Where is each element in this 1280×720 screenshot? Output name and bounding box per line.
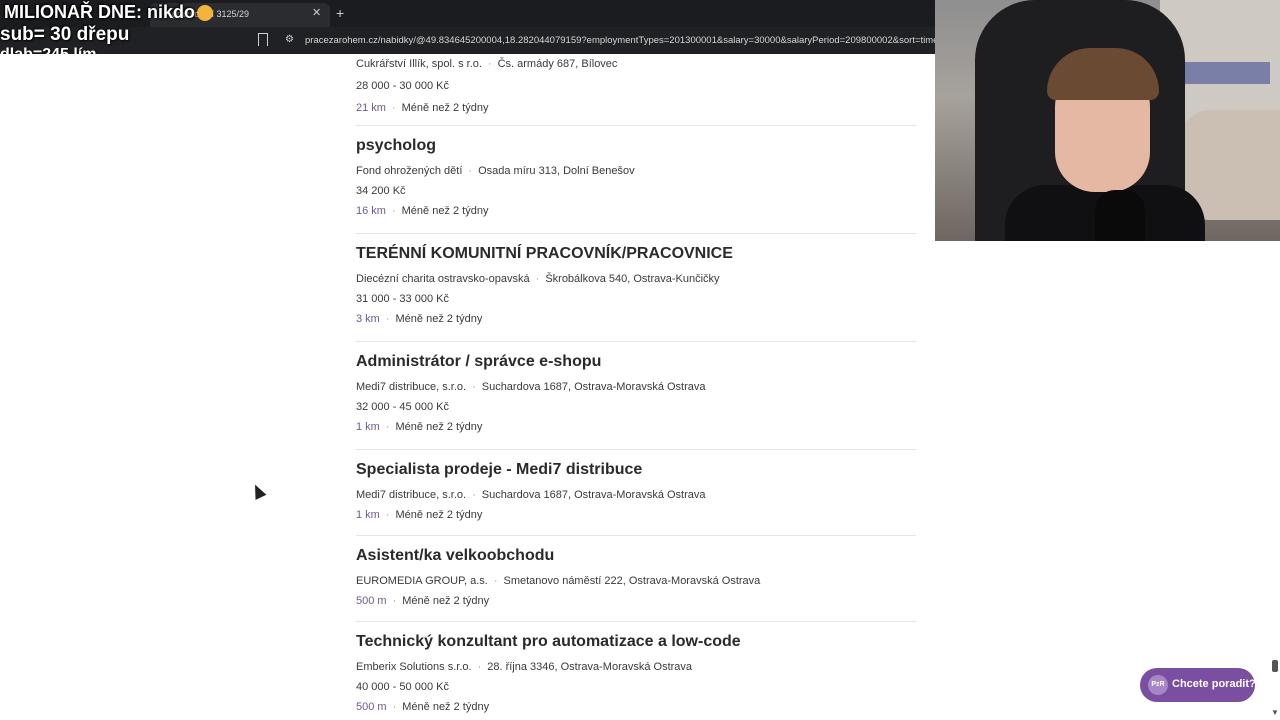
stream-overlay-title: MILIONAŘ DNE: nikdo bbox=[4, 2, 213, 23]
distance: 500 m bbox=[356, 701, 387, 713]
plus-icon[interactable]: + bbox=[336, 5, 344, 21]
listing-footer: 1 km · Méně než 2 týdny bbox=[356, 421, 483, 433]
distance: 500 m bbox=[356, 595, 387, 607]
salary: 40 000 - 50 000 Kč bbox=[356, 681, 449, 693]
distance: 1 km bbox=[356, 509, 380, 521]
salary: 31 000 - 33 000 Kč bbox=[356, 293, 449, 305]
posted-age: Méně než 2 týdny bbox=[395, 421, 483, 433]
listing-footer: 21 km · Méně než 2 týdny bbox=[356, 102, 489, 114]
job-title[interactable]: psycholog bbox=[356, 137, 916, 155]
company-name[interactable]: Medi7 distribuce, s.r.o. bbox=[356, 381, 466, 393]
listing-footer: 500 m · Méně než 2 týdny bbox=[356, 595, 490, 607]
address: Čs. armády 687, Bílovec bbox=[497, 58, 618, 70]
close-icon[interactable]: ✕ bbox=[312, 6, 321, 19]
listing-company-line: Fond ohrožených dětí · Osada míru 313, Dol… bbox=[356, 165, 635, 177]
job-listing[interactable]: psycholog Fond ohrožených dětí · Osada mír… bbox=[356, 137, 916, 217]
divider bbox=[356, 449, 916, 450]
posted-age: Méně než 2 týdny bbox=[401, 102, 489, 114]
listing-company-line: Emberix Solutions s.r.o. · 28. října 3346,… bbox=[356, 661, 693, 673]
scrollbar-thumb[interactable] bbox=[1272, 660, 1278, 672]
scroll-down-arrow-icon[interactable]: ▼ bbox=[1271, 708, 1279, 717]
listing-company-line: Diecézní charita ostravsko-opavská · Škrob… bbox=[356, 273, 720, 285]
listing-company-line: Cukrářství Illík, spol. s r.o. · Čs. armád… bbox=[356, 58, 618, 70]
webcam-feed bbox=[935, 0, 1280, 241]
posted-age: Méně než 2 týdny bbox=[402, 701, 490, 713]
job-title[interactable]: Technický konzultant pro automatizace a … bbox=[356, 633, 916, 651]
listing-company-line: Medi7 distribuce, s.r.o. · Suchardova 1687… bbox=[356, 489, 706, 501]
posted-age: Méně než 2 týdny bbox=[402, 595, 490, 607]
job-listing[interactable]: Asistent/ka velkoobchodu EUROMEDIA GROUP… bbox=[356, 547, 916, 607]
divider bbox=[356, 233, 916, 234]
job-title[interactable]: Administrátor / správce e-shopu bbox=[356, 353, 916, 371]
listing-footer: 3 km · Méně než 2 týdny bbox=[356, 313, 483, 325]
posted-age: Méně než 2 týdny bbox=[395, 313, 483, 325]
stream-overlay-sub: sub= 30 dřepu bbox=[0, 24, 130, 45]
address-bar[interactable]: ⚙ pracezarohem.cz/nabidky/@49.8346452000… bbox=[0, 27, 935, 54]
distance: 16 km bbox=[356, 205, 386, 217]
distance: 3 km bbox=[356, 313, 380, 325]
listing-footer: 500 m · Méně než 2 týdny bbox=[356, 701, 490, 713]
chat-label: Chcete poradit? bbox=[1172, 678, 1256, 690]
salary: 28 000 - 30 000 Kč bbox=[356, 80, 449, 92]
salary: 32 000 - 45 000 Kč bbox=[356, 401, 449, 413]
listing-company-line: EUROMEDIA GROUP, a.s. · Smetanovo náměstí … bbox=[356, 575, 761, 587]
company-name[interactable]: Emberix Solutions s.r.o. bbox=[356, 661, 472, 673]
posted-age: Méně než 2 týdny bbox=[401, 205, 489, 217]
job-title[interactable]: Specialista prodeje - Medi7 distribuce bbox=[356, 461, 916, 479]
distance: 1 km bbox=[356, 421, 380, 433]
address: 28. října 3346, Ostrava-Moravská Ostrava bbox=[487, 661, 693, 673]
tune-icon[interactable]: ⚙ bbox=[285, 34, 294, 45]
mouse-cursor-icon bbox=[249, 482, 267, 500]
salary: 34 200 Kč bbox=[356, 185, 406, 197]
company-name[interactable]: Cukrářství Illík, spol. s r.o. bbox=[356, 58, 482, 70]
address: Škrobálkova 540, Ostrava-Kunčičky bbox=[545, 273, 720, 285]
overlay-title-text: MILIONAŘ DNE: nikdo bbox=[4, 2, 195, 22]
chat-logo-icon: PzR bbox=[1148, 675, 1168, 695]
divider bbox=[356, 125, 916, 126]
job-title[interactable]: TERÉNNÍ KOMUNITNÍ PRACOVNÍK/PRACOVNICE bbox=[356, 245, 916, 263]
job-listing[interactable]: Cukrářství Illík, spol. s r.o. · Čs. armád… bbox=[356, 58, 916, 114]
job-listing[interactable]: Technický konzultant pro automatizace a … bbox=[356, 633, 916, 713]
posted-age: Méně než 2 týdny bbox=[395, 509, 483, 521]
url-text[interactable]: pracezarohem.cz/nabidky/@49.834645200004… bbox=[305, 35, 935, 46]
divider bbox=[356, 535, 916, 536]
company-name[interactable]: Fond ohrožených dětí bbox=[356, 165, 462, 177]
divider bbox=[356, 341, 916, 342]
job-listing[interactable]: Specialista prodeje - Medi7 distribuce M… bbox=[356, 461, 916, 521]
company-name[interactable]: Medi7 distribuce, s.r.o. bbox=[356, 489, 466, 501]
stream-overlay-clipped: dlab=245 lím bbox=[0, 46, 97, 54]
bookmark-icon[interactable] bbox=[258, 33, 268, 46]
chat-help-button[interactable]: PzR Chcete poradit? bbox=[1140, 668, 1256, 702]
address: Osada míru 313, Dolní Benešov bbox=[478, 165, 635, 177]
webcam-microphone bbox=[1095, 190, 1145, 241]
job-listing[interactable]: Administrátor / správce e-shopu Medi7 di… bbox=[356, 353, 916, 433]
address: Suchardova 1687, Ostrava-Moravská Ostrav… bbox=[481, 381, 706, 393]
listing-footer: 1 km · Méně než 2 týdny bbox=[356, 509, 483, 521]
smiling-emoji-icon bbox=[197, 5, 213, 22]
divider bbox=[356, 621, 916, 622]
job-listing[interactable]: TERÉNNÍ KOMUNITNÍ PRACOVNÍK/PRACOVNICE D… bbox=[356, 245, 916, 325]
address: Suchardova 1687, Ostrava-Moravská Ostrav… bbox=[481, 489, 706, 501]
listing-company-line: Medi7 distribuce, s.r.o. · Suchardova 1687… bbox=[356, 381, 706, 393]
distance: 21 km bbox=[356, 102, 386, 114]
listing-footer: 16 km · Méně než 2 týdny bbox=[356, 205, 489, 217]
company-name[interactable]: EUROMEDIA GROUP, a.s. bbox=[356, 575, 488, 587]
address: Smetanovo náměstí 222, Ostrava-Moravská … bbox=[503, 575, 761, 587]
job-title[interactable]: Asistent/ka velkoobchodu bbox=[356, 547, 916, 565]
company-name[interactable]: Diecézní charita ostravsko-opavská bbox=[356, 273, 530, 285]
